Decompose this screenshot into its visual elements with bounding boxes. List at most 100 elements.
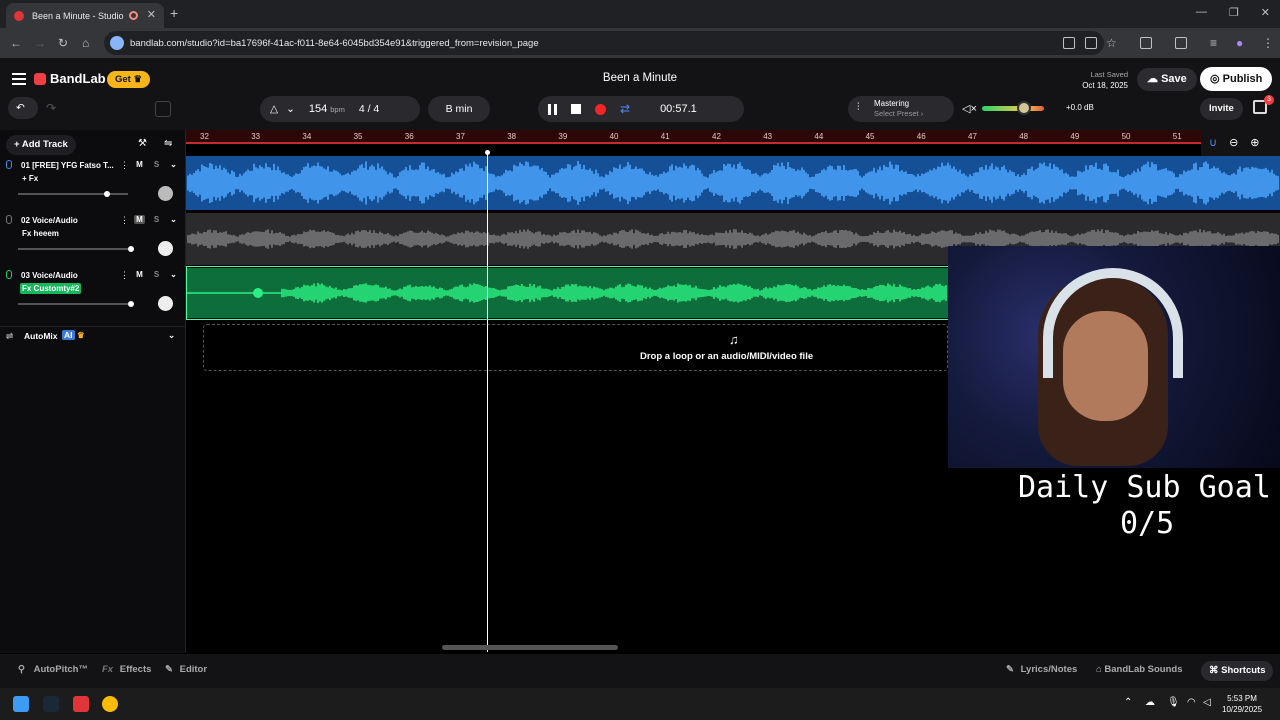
- sidepanel-icon[interactable]: [1175, 37, 1187, 49]
- fader-knob[interactable]: [128, 301, 134, 307]
- close-window-icon[interactable]: ✕: [1261, 6, 1270, 19]
- solo-button[interactable]: S: [151, 215, 162, 224]
- wifi-icon[interactable]: ◠: [1187, 697, 1196, 708]
- reading-mode-icon[interactable]: [1063, 37, 1075, 49]
- volume-icon[interactable]: ◁: [1203, 697, 1211, 708]
- microphone-icon[interactable]: [6, 270, 12, 279]
- record-icon[interactable]: [595, 103, 606, 115]
- add-track-button[interactable]: + Add Track: [6, 135, 76, 155]
- address-bar[interactable]: bandlab.com/studio?id=ba17696f-41ac-f011…: [104, 31, 1104, 55]
- speaker-mute-icon[interactable]: ◁×: [962, 102, 977, 115]
- mute-button[interactable]: M: [134, 160, 145, 169]
- home-icon[interactable]: ⌂: [82, 36, 89, 50]
- chevron-down-icon[interactable]: ⌄: [286, 103, 295, 115]
- time-signature[interactable]: 4 / 4: [359, 103, 379, 115]
- solo-button[interactable]: S: [151, 270, 162, 279]
- pan-knob[interactable]: [158, 186, 173, 201]
- invite-button[interactable]: Invite: [1200, 98, 1243, 120]
- track-menu-icon[interactable]: ⋮: [120, 215, 129, 226]
- reload-icon[interactable]: ↻: [58, 36, 68, 50]
- zoom-out-icon[interactable]: ⊖: [1229, 136, 1238, 156]
- bandlab-sounds-button[interactable]: ⌂ BandLab Sounds: [1096, 664, 1183, 675]
- pan-knob[interactable]: [158, 296, 173, 311]
- playhead[interactable]: [487, 152, 488, 652]
- mute-button[interactable]: M: [134, 270, 145, 279]
- minimize-icon[interactable]: —: [1196, 6, 1207, 19]
- chevron-down-icon[interactable]: ⌄: [168, 160, 179, 169]
- song-title[interactable]: Been a Minute: [540, 72, 740, 84]
- chrome-icon[interactable]: [102, 696, 118, 712]
- effects-button[interactable]: Fx Effects: [102, 664, 151, 675]
- system-clock[interactable]: 5:53 PM 10/29/2025: [1222, 693, 1262, 715]
- track-header[interactable]: 03 Voice/Audio Fx Customty#2 ⋮ M S ⌄: [0, 266, 186, 320]
- playhead-handle[interactable]: [485, 150, 490, 155]
- autopitch-button[interactable]: ⚲ AutoPitch™: [18, 664, 88, 675]
- browser-menu-icon[interactable]: ⋮: [1262, 36, 1274, 50]
- mute-button[interactable]: M: [134, 215, 145, 224]
- track-menu-icon[interactable]: ⋮: [120, 270, 129, 281]
- track-header[interactable]: 02 Voice/Audio Fx heeem ⋮ M S ⌄: [0, 211, 186, 265]
- track-name[interactable]: 03 Voice/Audio: [21, 271, 78, 280]
- get-membership-button[interactable]: Get ♛: [107, 71, 150, 88]
- track-fx-button[interactable]: Fx heeem: [20, 228, 61, 239]
- pause-icon[interactable]: [548, 103, 557, 115]
- fader-knob[interactable]: [128, 246, 134, 252]
- profile-avatar-icon[interactable]: ●: [1236, 36, 1243, 50]
- bandlab-logo[interactable]: BandLab: [34, 71, 106, 86]
- media-icon[interactable]: ≡: [1210, 36, 1217, 50]
- track-fx-button[interactable]: + Fx: [20, 173, 40, 184]
- chevron-down-icon[interactable]: ⌄: [168, 270, 179, 279]
- windows-start-icon[interactable]: [13, 696, 29, 712]
- zoom-in-icon[interactable]: ⊕: [1250, 136, 1259, 156]
- microphone-icon[interactable]: [6, 160, 12, 169]
- maximize-icon[interactable]: ❐: [1229, 6, 1239, 19]
- forward-icon[interactable]: →: [34, 36, 46, 50]
- horizontal-scrollbar[interactable]: [442, 645, 618, 650]
- track-volume-fader[interactable]: [18, 246, 134, 252]
- drop-zone[interactable]: [203, 324, 948, 371]
- track-name[interactable]: 02 Voice/Audio: [21, 216, 78, 225]
- track-fx-button[interactable]: Fx Customty#2: [20, 283, 82, 294]
- track-volume-fader[interactable]: [18, 191, 128, 197]
- chevron-down-icon[interactable]: ⌄: [168, 330, 175, 341]
- track-volume-fader[interactable]: [18, 301, 134, 307]
- close-tab-icon[interactable]: ✕: [147, 8, 156, 21]
- settings-sliders-icon[interactable]: ⇋: [164, 138, 172, 149]
- timeline-ruler[interactable]: 32 33 34 35 36 37 38 39 40 41 42 43 44 45 46 47 48 49 50 51: [186, 130, 1280, 144]
- bpm-value[interactable]: 154: [309, 103, 327, 115]
- site-info-icon[interactable]: [110, 36, 124, 50]
- pan-knob[interactable]: [158, 241, 173, 256]
- publish-button[interactable]: ◎ Publish: [1200, 67, 1273, 91]
- master-volume-slider[interactable]: [982, 106, 1044, 111]
- browser-tab[interactable]: Been a Minute - Studio ✕: [6, 3, 164, 28]
- new-tab-button[interactable]: +: [170, 5, 178, 21]
- automix-row[interactable]: ⇌ AutoMix AI ♛ ⌄: [0, 326, 186, 346]
- stop-icon[interactable]: [571, 104, 581, 114]
- tray-expand-icon[interactable]: ⌃: [1124, 697, 1132, 708]
- track-1-region[interactable]: [186, 156, 1280, 210]
- tools-icon[interactable]: ⚒: [138, 138, 147, 149]
- microphone-icon[interactable]: [6, 215, 12, 224]
- bookmark-star-icon[interactable]: ☆: [1106, 36, 1117, 50]
- editor-button[interactable]: ✎ Editor: [165, 664, 207, 675]
- bandlab-app-icon[interactable]: [73, 696, 89, 712]
- cloud-icon[interactable]: ☁: [1145, 697, 1155, 708]
- loop-icon[interactable]: ⇄: [620, 102, 630, 116]
- back-icon[interactable]: ←: [10, 36, 22, 50]
- snap-magnet-icon[interactable]: ∪: [1209, 136, 1217, 156]
- track-menu-icon[interactable]: ⋮: [120, 160, 129, 171]
- undo-button[interactable]: ↶: [8, 97, 38, 119]
- mastering-button[interactable]: ⫶ Mastering Select Preset ›: [848, 96, 954, 122]
- fader-knob[interactable]: [104, 191, 110, 197]
- solo-button[interactable]: S: [151, 160, 162, 169]
- track-view-icon[interactable]: [155, 101, 171, 117]
- track-name[interactable]: 01 [FREE] YFG Fatso T...: [21, 161, 114, 170]
- microphone-icon[interactable]: 🎙: [1167, 697, 1180, 708]
- track-header[interactable]: 01 [FREE] YFG Fatso T... + Fx ⋮ M S ⌄: [0, 156, 186, 210]
- lyrics-notes-button[interactable]: ✎ Lyrics/Notes: [1006, 664, 1077, 675]
- redo-icon[interactable]: ↷: [46, 101, 56, 115]
- shortcuts-button[interactable]: ⌘ Shortcuts: [1201, 661, 1274, 681]
- tempo-controls[interactable]: △ ⌄ 154 bpm 4 / 4: [260, 96, 420, 122]
- master-volume-knob[interactable]: [1017, 101, 1031, 115]
- chevron-down-icon[interactable]: ⌄: [168, 215, 179, 224]
